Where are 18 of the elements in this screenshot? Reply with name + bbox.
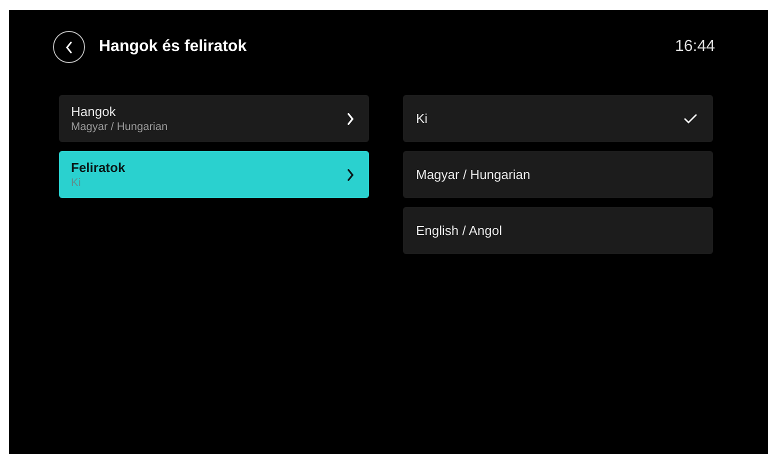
option-item[interactable]: English / Angol: [403, 207, 713, 254]
chevron-right-icon: [347, 168, 354, 180]
menu-item-label: Feliratok: [71, 158, 126, 176]
menu-item[interactable]: Feliratok Ki: [59, 151, 369, 198]
back-button[interactable]: [53, 31, 85, 63]
menu-item-value: Ki: [71, 176, 82, 190]
menu-item-label: Hangok: [71, 102, 117, 120]
clock-time: 16:44: [674, 37, 715, 57]
back-icon: [65, 40, 73, 54]
menu-item[interactable]: Hangok Magyar / Hungarian: [59, 95, 369, 142]
chevron-right-icon: [347, 112, 354, 124]
page-title: Hangok és feliratok: [99, 37, 247, 57]
option-label: Ki: [416, 110, 428, 128]
option-label: Magyar / Hungarian: [416, 166, 530, 184]
option-item[interactable]: Ki: [403, 95, 713, 142]
option-item[interactable]: Magyar / Hungarian: [403, 151, 713, 198]
option-label: English / Angol: [416, 222, 502, 240]
menu-item-value: Magyar / Hungarian: [71, 120, 168, 134]
